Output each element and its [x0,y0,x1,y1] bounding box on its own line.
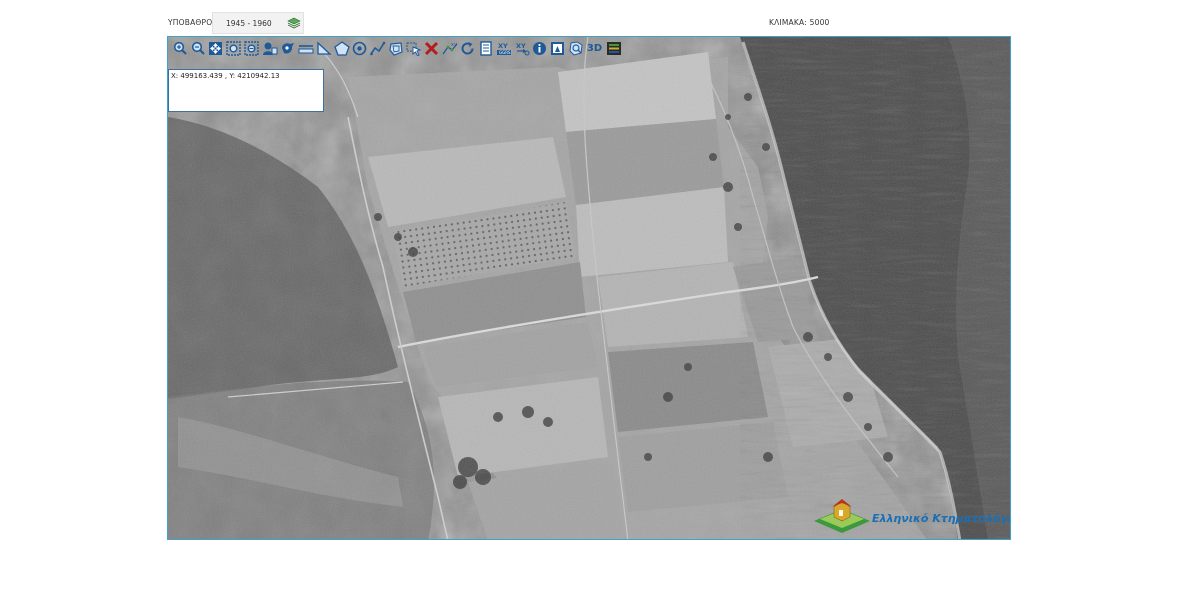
svg-text:GGRS: GGRS [499,50,511,55]
basemap-select[interactable]: 1945 - 1960 [212,12,304,34]
3d-view-icon[interactable]: 3D [585,40,604,57]
delete-icon[interactable] [423,40,440,57]
zoom-out-icon[interactable] [189,40,206,57]
legend-icon[interactable] [605,40,622,57]
measure-distance-icon[interactable] [297,40,314,57]
zoom-box-icon[interactable] [225,40,242,57]
hellenic-cadastre-logo: Ελληνικό Κτηματολόγιο [812,495,1010,537]
basemap-layers-icon [287,17,301,29]
coordinates-panel: X: 499163.439 , Y: 4210942.13 [168,69,324,112]
refresh-icon[interactable] [459,40,476,57]
measure-angle-icon[interactable] [315,40,332,57]
zoom-in-icon[interactable] [171,40,188,57]
select-icon[interactable] [405,40,422,57]
svg-text:xy: xy [451,42,457,48]
aerial-photo[interactable] [168,37,1011,540]
svg-text:XY: XY [498,42,508,50]
svg-text:XY: XY [516,42,526,50]
report-icon[interactable] [477,40,494,57]
draw-shape-icon[interactable] [387,40,404,57]
map-viewer[interactable]: xy XY GGRS XY 3D X: 499163.439 , Y: 42109… [167,36,1011,540]
zoom-previous-icon[interactable] [243,40,260,57]
top-bar: ΥΠΟΒΑΘΡΟ: 1945 - 1960 ΚΛΙΜΑΚΑ: 5000 [0,0,1191,40]
xy-input-icon[interactable]: XY GGRS [495,40,512,57]
polygon-icon[interactable] [333,40,350,57]
coordinates-readout: X: 499163.439 , Y: 4210942.13 [171,72,280,80]
polyline-icon[interactable] [369,40,386,57]
print-map-icon[interactable] [549,40,566,57]
logo-text: Ελληνικό Κτηματολόγιο [872,512,1011,525]
identify-point-icon[interactable] [279,40,296,57]
layers-icon[interactable] [261,40,278,57]
coordinates-icon[interactable]: xy [441,40,458,57]
basemap-label: ΥΠΟΒΑΘΡΟ: [168,18,216,27]
cadastre-logo-icon [814,499,870,533]
full-extent-icon[interactable] [207,40,224,57]
scale-label: ΚΛΙΜΑΚΑ: 5000 [769,18,830,27]
xy-transform-icon[interactable]: XY [513,40,530,57]
target-icon[interactable] [351,40,368,57]
info-icon[interactable] [531,40,548,57]
search-location-icon[interactable] [567,40,584,57]
map-toolbar: xy XY GGRS XY 3D [171,39,622,57]
basemap-value: 1945 - 1960 [226,19,272,28]
